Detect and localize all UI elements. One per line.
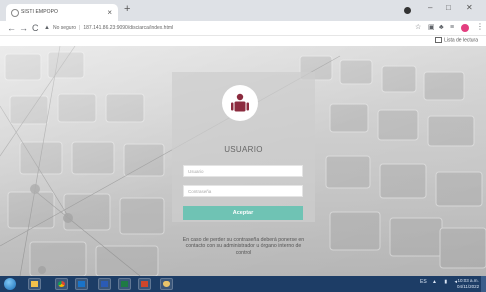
minimize-button[interactable]: – — [428, 3, 432, 12]
security-label: No seguro — [52, 25, 77, 31]
file-explorer-icon[interactable] — [28, 278, 41, 290]
reading-list-label: Lista de lectura — [444, 37, 478, 44]
folder-icon — [31, 281, 38, 287]
word-icon[interactable] — [98, 278, 111, 290]
system-tray-icons[interactable]: ▲ ▮ ◂ — [432, 279, 460, 285]
maximize-button[interactable]: □ — [446, 3, 451, 12]
powerpoint-logo-icon — [141, 281, 148, 287]
language-indicator[interactable]: ES — [420, 279, 427, 285]
paint-icon[interactable] — [160, 278, 173, 290]
browser-tab[interactable]: SISTI EMPOPO × — [6, 4, 118, 21]
forward-button[interactable]: → — [19, 22, 28, 34]
outlook-logo-icon — [78, 281, 85, 287]
browser-menu-button[interactable]: ⋮ — [476, 22, 484, 31]
word-logo-icon — [101, 281, 108, 287]
divider: | — [79, 25, 81, 31]
clock-date: 04/11/2022 — [457, 283, 480, 289]
browser-toolbar: ← → C ▲ No seguro | 187.141.86.23:9090/disc… — [0, 21, 486, 36]
extensions-icon[interactable]: ♣ — [439, 23, 444, 33]
clock-time: 10:03 a.m. — [457, 278, 479, 283]
globe-icon — [11, 9, 19, 17]
username-input[interactable] — [183, 165, 303, 177]
tab-close-button[interactable]: × — [107, 4, 112, 21]
windows-taskbar: ES ▲ ▮ ◂ 10:03 a.m. 04/11/2022 — [0, 276, 486, 292]
taskbar-clock[interactable]: 10:03 a.m. 04/11/2022 — [457, 278, 479, 289]
account-avatar[interactable] — [461, 24, 469, 32]
excel-icon[interactable] — [118, 278, 131, 290]
bookmarks-bar: Lista de lectura — [0, 36, 486, 46]
start-button[interactable] — [4, 278, 16, 290]
reload-button[interactable]: C — [32, 22, 39, 34]
tab-title: SISTI EMPOPO — [21, 9, 59, 15]
reading-list-button[interactable]: Lista de lectura — [435, 37, 478, 43]
outlook-icon[interactable] — [75, 278, 88, 290]
accept-button[interactable]: Aceptar — [183, 206, 303, 220]
profile-icon[interactable] — [404, 7, 411, 14]
browser-tabstrip: SISTI EMPOPO × + – □ ✕ — [0, 0, 486, 21]
warning-icon: ▲ — [44, 25, 50, 31]
chrome-icon[interactable] — [55, 278, 68, 290]
palette-icon — [163, 281, 170, 287]
puzzle-icon[interactable]: ≡ — [450, 23, 454, 33]
chrome-logo-icon — [58, 281, 65, 287]
back-button[interactable]: ← — [7, 22, 16, 34]
new-tab-button[interactable]: + — [124, 3, 130, 15]
close-window-button[interactable]: ✕ — [466, 3, 473, 12]
password-help-text: En caso de perder su contraseña deberá p… — [182, 237, 305, 256]
login-title: USUARIO — [224, 145, 263, 154]
cast-icon[interactable]: ▣ — [428, 23, 435, 33]
user-icon — [231, 93, 249, 112]
show-desktop-button[interactable] — [481, 276, 486, 292]
powerpoint-icon[interactable] — [138, 278, 151, 290]
user-badge — [222, 85, 258, 121]
url-text: 187.141.86.23:9090/disciarca/index.html — [83, 25, 174, 31]
excel-logo-icon — [121, 281, 128, 287]
password-input[interactable] — [183, 185, 303, 197]
star-icon[interactable]: ☆ — [415, 23, 421, 33]
reading-list-icon — [435, 37, 443, 43]
address-bar[interactable]: ▲ No seguro | 187.141.86.23:9090/disciarca/… — [44, 23, 404, 33]
